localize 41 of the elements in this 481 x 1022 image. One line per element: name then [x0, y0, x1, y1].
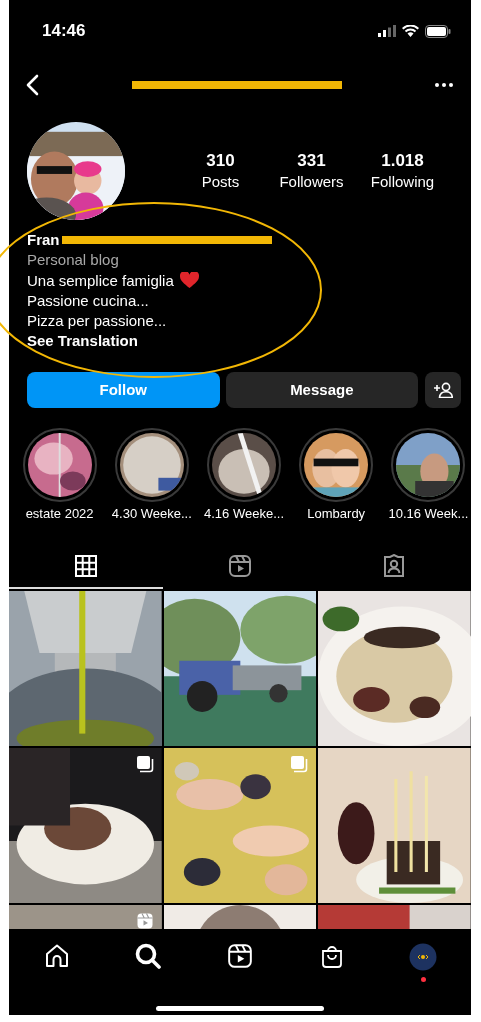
wifi-icon: [402, 25, 419, 37]
grid-icon: [74, 554, 98, 579]
highlight-label: 10.16 Week...: [388, 505, 469, 522]
highlight-label: 4.16 Weeke...: [204, 505, 284, 522]
highlight-ring[interactable]: [114, 427, 189, 502]
search-icon[interactable]: [135, 942, 162, 969]
tagged-person-icon: [382, 554, 406, 579]
bio-line: Passione cucina...: [27, 290, 149, 311]
stat-count: 310: [206, 150, 235, 172]
stat-label: Followers: [279, 172, 344, 192]
highlight-label: 4.30 Weeke...: [111, 505, 192, 522]
highlight-ring[interactable]: [391, 427, 466, 502]
stat-count: 1.018: [381, 150, 424, 172]
signal-icon: [378, 25, 396, 37]
profile-name: Fran: [27, 230, 60, 250]
back-icon[interactable]: [25, 74, 39, 96]
highlight-label: estate 2022: [25, 505, 94, 522]
highlight-ring[interactable]: [299, 427, 374, 502]
carousel-icon: [135, 754, 154, 773]
bio-line: Pizza per passione...: [27, 311, 167, 332]
reels-icon[interactable]: [227, 942, 253, 969]
bio-line: Una semplice famiglia: [27, 270, 174, 291]
carousel-icon: [290, 754, 309, 773]
home-icon[interactable]: [43, 942, 70, 969]
status-time: 14:46: [42, 21, 86, 41]
message-button[interactable]: Message: [225, 371, 419, 408]
more-icon[interactable]: [435, 83, 453, 87]
add-person-icon: [433, 381, 454, 398]
stat-label: Posts: [201, 172, 240, 192]
profile-category: Personal blog: [27, 250, 119, 271]
see-translation-link[interactable]: See Translation: [27, 331, 138, 352]
highlight-ring[interactable]: [22, 427, 97, 502]
avatar-icon[interactable]: [409, 942, 438, 971]
highlight-ring[interactable]: [207, 427, 281, 502]
add-person-button[interactable]: [425, 371, 461, 408]
heart-icon: [179, 272, 199, 290]
highlight-label: Lombardy: [307, 505, 366, 522]
stat-count: 331: [297, 150, 326, 172]
battery-icon: [425, 24, 451, 38]
stat-label: Following: [370, 172, 435, 192]
reels-icon: [228, 554, 252, 579]
